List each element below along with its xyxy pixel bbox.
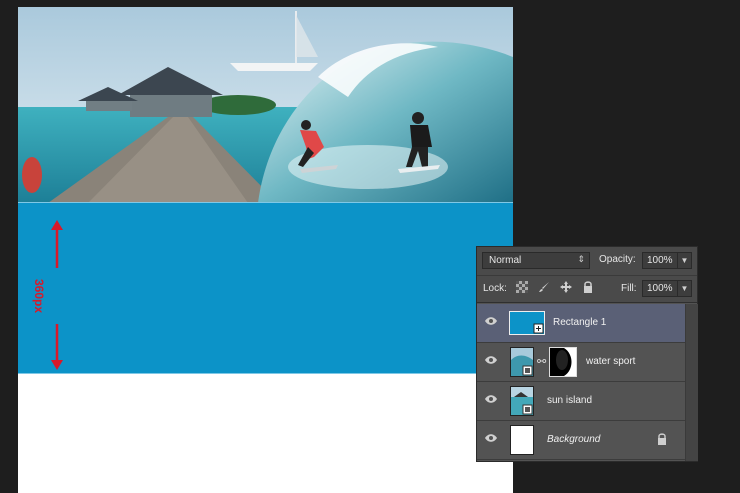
lock-row: Lock: Fill: 100% ▼ <box>477 276 697 303</box>
layers-list: Rectangle 1 ⚯ water sport sun island Bac… <box>477 304 685 460</box>
blend-mode-value: Normal <box>489 255 522 266</box>
background-thumbnail <box>510 425 534 455</box>
padlock-icon <box>657 433 667 448</box>
fill-field[interactable]: 100% ▼ <box>642 280 692 297</box>
eye-visibility-icon[interactable] <box>483 395 499 407</box>
dropdown-arrow-icon[interactable]: ▼ <box>677 281 691 296</box>
smart-object-thumbnail <box>510 386 534 416</box>
height-arrows <box>51 220 63 370</box>
transparency-lock-icon[interactable] <box>515 281 529 295</box>
blend-options-row: Normal ⇕ Opacity: 100% ▼ <box>477 247 697 276</box>
updown-chevron-icon: ⇕ <box>577 254 585 264</box>
padlock-icon[interactable] <box>581 281 595 295</box>
layer-name: water sport <box>586 356 636 367</box>
lock-label: Lock: <box>483 283 507 294</box>
move-lock-icon[interactable] <box>559 281 573 295</box>
layer-name: Background <box>547 434 601 445</box>
height-annotation: 360px <box>32 279 46 314</box>
shape-thumbnail <box>509 311 545 335</box>
layer-sun-island[interactable]: sun island <box>477 382 685 421</box>
layer-background[interactable]: Background <box>477 421 685 460</box>
composite-photo <box>18 7 513 203</box>
layer-water-sport[interactable]: ⚯ water sport <box>477 343 685 382</box>
layer-rectangle-1[interactable]: Rectangle 1 <box>477 304 685 343</box>
blend-mode-select[interactable]: Normal ⇕ <box>482 252 590 269</box>
link-chain-icon[interactable]: ⚯ <box>537 355 546 368</box>
eye-visibility-icon[interactable] <box>483 356 499 368</box>
eye-visibility-icon[interactable] <box>483 434 499 446</box>
layer-mask-thumbnail[interactable] <box>549 347 577 377</box>
layers-panel: Normal ⇕ Opacity: 100% ▼ Lock: Fill: 100… <box>476 246 698 462</box>
brush-lock-icon[interactable] <box>537 281 551 295</box>
surf-pier-image <box>18 7 513 203</box>
layers-scrollbar[interactable] <box>685 304 698 461</box>
smart-object-thumbnail <box>510 347 534 377</box>
layer-name: Rectangle 1 <box>553 317 607 328</box>
eye-visibility-icon[interactable] <box>483 317 499 329</box>
fill-value: 100% <box>647 283 673 294</box>
opacity-value: 100% <box>647 255 673 266</box>
fill-label: Fill: <box>621 283 637 294</box>
opacity-label: Opacity: <box>599 254 636 265</box>
dropdown-arrow-icon[interactable]: ▼ <box>677 253 691 268</box>
rectangle-1-shape[interactable] <box>18 202 513 374</box>
document-canvas[interactable]: 360px <box>18 7 513 493</box>
opacity-field[interactable]: 100% ▼ <box>642 252 692 269</box>
layer-name: sun island <box>547 395 593 406</box>
